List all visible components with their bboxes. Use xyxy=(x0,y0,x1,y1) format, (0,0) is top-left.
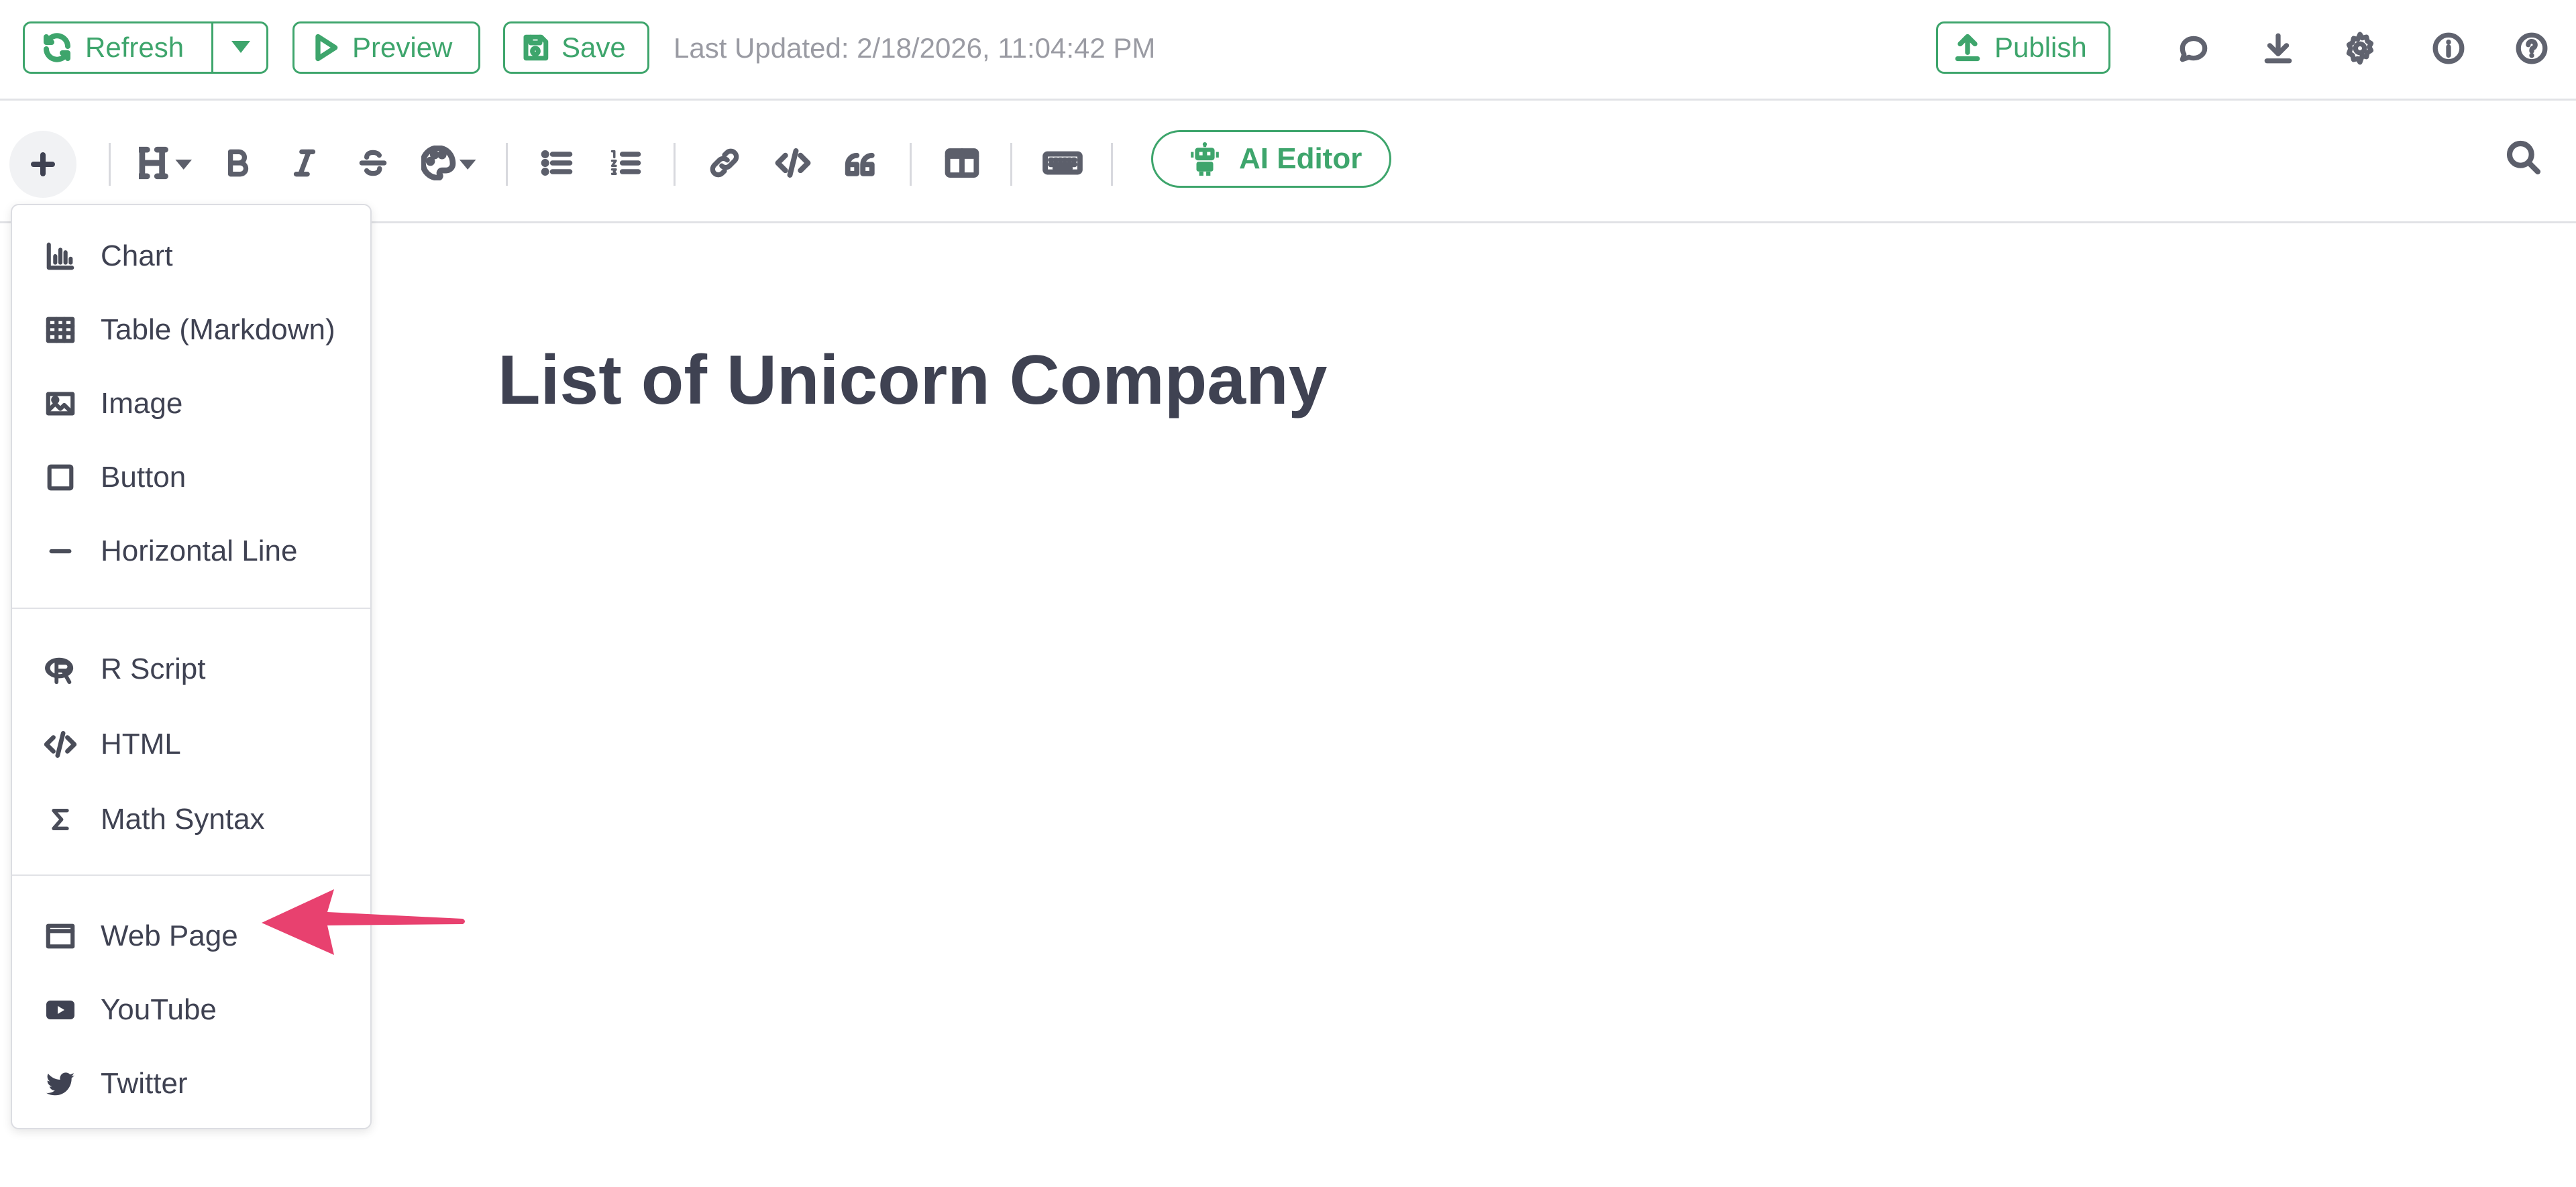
menu-item-label: Button xyxy=(101,461,186,494)
keyboard-shortcuts-button[interactable] xyxy=(1038,139,1087,187)
heading-icon xyxy=(139,146,193,180)
palette-icon xyxy=(421,146,476,180)
document-title[interactable]: List of Unicorn Company xyxy=(498,341,1327,420)
gear-icon[interactable] xyxy=(2339,27,2381,70)
split-view-icon xyxy=(945,148,979,178)
upload-icon xyxy=(1955,34,1980,62)
menu-item-label: R Script xyxy=(101,653,206,685)
robot-icon xyxy=(1191,142,1219,176)
youtube-icon xyxy=(42,991,79,1029)
refresh-button[interactable]: Refresh xyxy=(23,21,268,74)
save-button[interactable]: Save xyxy=(503,21,649,74)
code-icon xyxy=(775,148,811,178)
floppy-disk-icon xyxy=(523,34,549,61)
menu-item-table[interactable]: Table (Markdown) xyxy=(12,296,370,363)
numbered-list-icon xyxy=(610,150,641,175)
sigma-icon xyxy=(42,801,79,838)
code-icon xyxy=(42,726,79,763)
menu-divider xyxy=(12,874,370,876)
menu-item-button[interactable]: Button xyxy=(12,444,370,511)
preview-button[interactable]: Preview xyxy=(292,21,480,74)
italic-button[interactable] xyxy=(280,139,329,187)
menu-item-label: Image xyxy=(101,387,183,420)
bold-button[interactable] xyxy=(213,139,262,187)
caret-down-icon xyxy=(231,41,250,53)
horizontal-line-icon xyxy=(42,532,79,570)
menu-item-image[interactable]: Image xyxy=(12,370,370,437)
format-toolbar: AI Editor xyxy=(0,103,2576,223)
keyboard-icon xyxy=(1042,151,1083,175)
save-label: Save xyxy=(561,32,626,63)
refresh-icon xyxy=(44,33,70,62)
preview-label: Preview xyxy=(352,32,453,63)
menu-item-twitter[interactable]: Twitter xyxy=(12,1050,370,1117)
link-icon xyxy=(710,148,739,178)
toolbar-divider xyxy=(1010,143,1012,186)
twitter-icon xyxy=(42,1065,79,1103)
publish-label: Publish xyxy=(1994,32,2087,63)
menu-item-label: Web Page xyxy=(101,919,238,952)
table-icon xyxy=(42,311,79,349)
split-view-button[interactable] xyxy=(938,139,986,187)
annotation-arrow xyxy=(262,889,465,955)
last-updated-text: Last Updated: 2/18/2026, 11:04:42 PM xyxy=(674,32,1156,64)
refresh-label: Refresh xyxy=(85,32,184,63)
link-button[interactable] xyxy=(700,139,749,187)
menu-item-html[interactable]: HTML xyxy=(12,711,370,778)
bullet-list-icon xyxy=(541,150,573,176)
italic-icon xyxy=(293,149,316,177)
comment-icon[interactable] xyxy=(2172,27,2215,70)
browser-window-icon xyxy=(42,917,79,955)
menu-item-label: Chart xyxy=(101,239,173,272)
menu-item-label: HTML xyxy=(101,728,181,760)
menu-item-label: Math Syntax xyxy=(101,803,265,836)
ai-editor-button[interactable]: AI Editor xyxy=(1151,130,1391,188)
ai-editor-label: AI Editor xyxy=(1239,142,1362,175)
r-logo-icon xyxy=(42,651,79,688)
help-icon[interactable] xyxy=(2510,27,2553,70)
bold-icon xyxy=(227,149,249,177)
button-icon xyxy=(42,459,79,496)
toolbar-divider xyxy=(910,143,912,186)
menu-item-math-syntax[interactable]: Math Syntax xyxy=(12,786,370,853)
menu-item-label: Table (Markdown) xyxy=(101,313,335,346)
menu-item-label: Twitter xyxy=(101,1067,188,1100)
menu-item-chart[interactable]: Chart xyxy=(12,223,370,290)
strikethrough-button[interactable] xyxy=(349,139,397,187)
insert-button[interactable] xyxy=(9,131,76,198)
insert-dropdown-menu: Chart Table (Markdown) Image Button Hori… xyxy=(11,204,372,1129)
toolbar-divider xyxy=(506,143,508,186)
image-icon xyxy=(42,385,79,422)
refresh-dropdown-toggle[interactable] xyxy=(213,23,268,72)
toolbar-divider xyxy=(674,143,676,186)
toolbar-divider xyxy=(1111,143,1113,186)
search-button[interactable] xyxy=(2500,133,2548,182)
quote-button[interactable] xyxy=(837,139,885,187)
menu-item-r-script[interactable]: R Script xyxy=(12,636,370,703)
numbered-list-button[interactable] xyxy=(601,139,649,187)
menu-item-label: Horizontal Line xyxy=(101,534,298,567)
menu-divider xyxy=(12,608,370,609)
info-icon[interactable] xyxy=(2427,27,2470,70)
heading-button[interactable] xyxy=(137,139,197,187)
publish-button[interactable]: Publish xyxy=(1936,21,2110,74)
app-header: Refresh Preview Save Last Updated: 2/18/… xyxy=(0,0,2576,101)
play-icon xyxy=(315,34,338,62)
menu-item-horizontal-line[interactable]: Horizontal Line xyxy=(12,518,370,585)
menu-item-youtube[interactable]: YouTube xyxy=(12,976,370,1043)
quote-icon xyxy=(845,152,875,176)
download-icon[interactable] xyxy=(2257,27,2300,70)
plus-icon xyxy=(31,152,55,176)
toolbar-divider xyxy=(109,143,111,186)
bullet-list-button[interactable] xyxy=(533,139,581,187)
code-button[interactable] xyxy=(769,139,817,187)
menu-item-label: YouTube xyxy=(101,993,217,1026)
color-button[interactable] xyxy=(419,139,480,187)
chart-icon xyxy=(42,237,79,275)
strikethrough-icon xyxy=(359,150,387,176)
search-icon xyxy=(2506,140,2541,175)
